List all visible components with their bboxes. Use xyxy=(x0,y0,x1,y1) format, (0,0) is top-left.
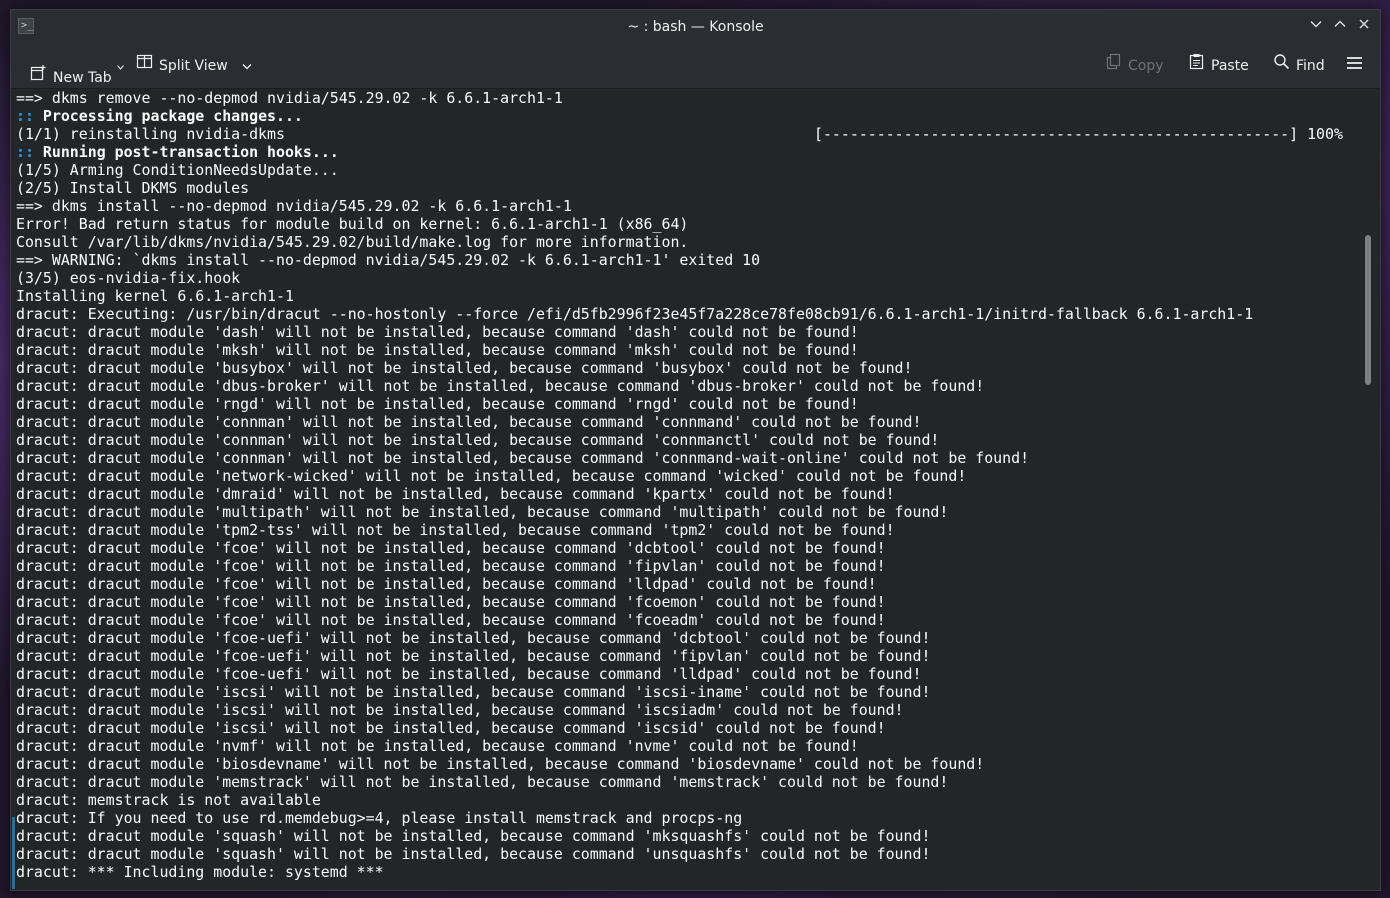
terminal-line: dracut: dracut module 'fcoe-uefi' will n… xyxy=(16,647,931,665)
chevron-down-small-icon xyxy=(117,44,125,88)
pacman-prefix: :: xyxy=(16,107,43,125)
find-label: Find xyxy=(1296,58,1325,74)
toolbar: New Tab Split View Copy Paste Find xyxy=(11,44,1380,89)
selection-marker xyxy=(12,817,15,889)
close-button[interactable] xyxy=(1355,18,1373,36)
konsole-window: >_ ~ : bash — Konsole New Tab Split View xyxy=(10,9,1381,891)
terminal-line: dracut: dracut module 'network-wicked' w… xyxy=(16,467,967,485)
chevron-down-icon xyxy=(1310,21,1322,28)
terminal-line: dracut: dracut module 'fcoe' will not be… xyxy=(16,593,886,611)
terminal-line: dracut: dracut module 'iscsi' will not b… xyxy=(16,701,904,719)
terminal-line: dracut: Executing: /usr/bin/dracut --no-… xyxy=(16,305,1254,323)
terminal-line: dracut: dracut module 'biosdevname' will… xyxy=(16,755,985,773)
close-icon xyxy=(1359,19,1369,29)
paste-icon xyxy=(1188,44,1205,88)
terminal-line: :: Running post-transaction hooks... xyxy=(16,143,1253,161)
find-button[interactable]: Find xyxy=(1273,44,1325,88)
terminal-line: :: Processing package changes... xyxy=(16,107,1253,125)
maximize-button[interactable] xyxy=(1331,18,1349,36)
minimize-button[interactable] xyxy=(1307,18,1325,36)
terminal-line: dracut: dracut module 'mksh' will not be… xyxy=(16,341,859,359)
terminal-line: Consult /var/lib/dkms/nvidia/545.29.02/b… xyxy=(16,233,689,251)
terminal-line: dracut: dracut module 'squash' will not … xyxy=(16,845,931,863)
terminal-line: dracut: dracut module 'memstrack' will n… xyxy=(16,773,949,791)
copy-label: Copy xyxy=(1128,58,1164,74)
terminal-line: Installing kernel 6.6.1-arch1-1 xyxy=(16,287,294,305)
terminal-line: dracut: dracut module 'dmraid' will not … xyxy=(16,485,895,503)
copy-icon xyxy=(1105,44,1122,88)
terminal-line: Error! Bad return status for module buil… xyxy=(16,215,689,233)
copy-button[interactable]: Copy xyxy=(1105,44,1164,88)
terminal-scrollbar[interactable] xyxy=(1360,89,1379,889)
scrollbar-thumb[interactable] xyxy=(1365,235,1371,385)
terminal-line: ==> dkms remove --no-depmod nvidia/545.2… xyxy=(16,89,563,107)
terminal-line: dracut: dracut module 'busybox' will not… xyxy=(16,359,913,377)
split-view-button[interactable]: Split View xyxy=(136,44,252,88)
chevron-up-icon xyxy=(1334,20,1346,27)
new-tab-label: New Tab xyxy=(53,70,112,86)
split-view-label: Split View xyxy=(159,58,228,74)
terminal-line: dracut: dracut module 'nvmf' will not be… xyxy=(16,737,859,755)
terminal-line: dracut: dracut module 'fcoe-uefi' will n… xyxy=(16,665,922,683)
paste-label: Paste xyxy=(1211,58,1249,74)
terminal-line: dracut: dracut module 'connman' will not… xyxy=(16,449,1030,467)
terminal-line: dracut: dracut module 'iscsi' will not b… xyxy=(16,683,931,701)
title-bar[interactable]: >_ ~ : bash — Konsole xyxy=(11,10,1380,44)
new-tab-button[interactable]: New Tab xyxy=(29,44,125,88)
terminal-line: dracut: dracut module 'tpm2-tss' will no… xyxy=(16,521,895,539)
terminal-output[interactable]: ==> dkms remove --no-depmod nvidia/545.2… xyxy=(12,89,1360,889)
split-view-icon xyxy=(136,44,153,88)
terminal-lines: ==> dkms remove --no-depmod nvidia/545.2… xyxy=(16,89,1253,881)
terminal-line: dracut: dracut module 'fcoe' will not be… xyxy=(16,539,886,557)
paste-button[interactable]: Paste xyxy=(1188,44,1249,88)
terminal-line: dracut: dracut module 'connman' will not… xyxy=(16,413,922,431)
terminal-line: ==> WARNING: `dkms install --no-depmod n… xyxy=(16,251,761,269)
terminal-line: dracut: dracut module 'rngd' will not be… xyxy=(16,395,859,413)
terminal-line: dracut: dracut module 'fcoe' will not be… xyxy=(16,575,877,593)
terminal-line: dracut: dracut module 'dbus-broker' will… xyxy=(16,377,985,395)
terminal-line: dracut: If you need to use rd.memdebug>=… xyxy=(16,809,743,827)
progress-bar-text: [---------------------------------------… xyxy=(814,125,1343,143)
terminal-line: dracut: dracut module 'multipath' will n… xyxy=(16,503,949,521)
terminal-line: (1/5) Arming ConditionNeedsUpdate... xyxy=(16,161,339,179)
terminal-line: dracut: dracut module 'connman' will not… xyxy=(16,431,940,449)
terminal-line: dracut: dracut module 'fcoe' will not be… xyxy=(16,611,886,629)
terminal-line: dracut: dracut module 'fcoe' will not be… xyxy=(16,557,886,575)
terminal-line: dracut: dracut module 'fcoe-uefi' will n… xyxy=(16,629,931,647)
window-title: ~ : bash — Konsole xyxy=(627,19,764,35)
terminal-line: dracut: dracut module 'squash' will not … xyxy=(16,827,931,845)
terminal-line: dracut: dracut module 'iscsi' will not b… xyxy=(16,719,886,737)
terminal-line: dracut: *** Including module: systemd **… xyxy=(16,863,384,881)
terminal-line: ==> dkms install --no-depmod nvidia/545.… xyxy=(16,197,572,215)
terminal-line: dracut: dracut module 'dash' will not be… xyxy=(16,323,859,341)
terminal-line: (2/5) Install DKMS modules xyxy=(16,179,250,197)
terminal-line: (3/5) eos-nvidia-fix.hook xyxy=(16,269,241,287)
chevron-down-icon xyxy=(242,44,252,88)
search-icon xyxy=(1273,44,1290,88)
bold-heading: Processing package changes... xyxy=(42,107,303,125)
pacman-prefix: :: xyxy=(16,143,43,161)
bold-heading: Running post-transaction hooks... xyxy=(42,143,339,161)
hamburger-menu-button[interactable] xyxy=(1346,44,1363,88)
hamburger-menu-icon xyxy=(1346,44,1363,88)
terminal-line: dracut: memstrack is not available xyxy=(16,791,321,809)
